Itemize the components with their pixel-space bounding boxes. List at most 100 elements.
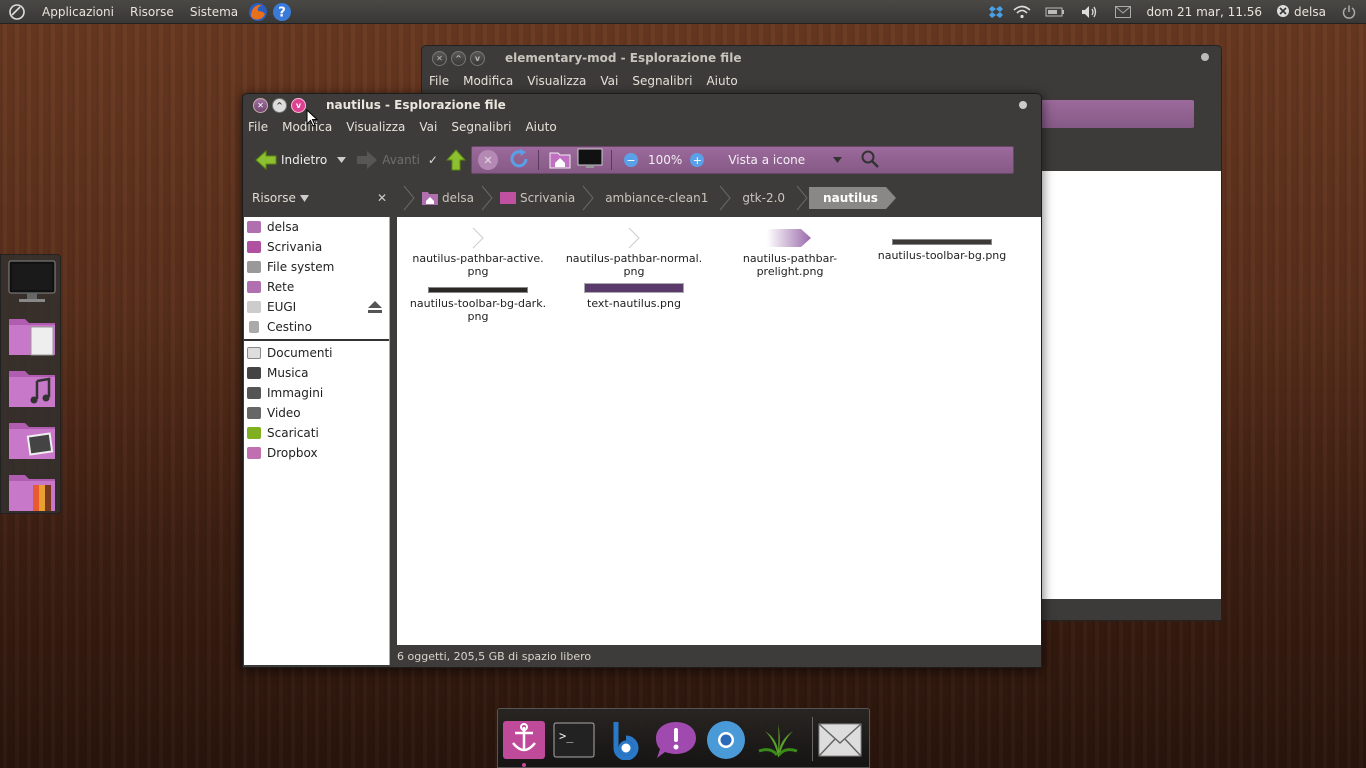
menu-file[interactable]: File (243, 120, 275, 134)
zoom-level: 100% (648, 153, 683, 167)
menu-risorse[interactable]: Risorse (122, 0, 182, 24)
file-item[interactable]: text-nautilus.png (559, 283, 709, 310)
forward-button[interactable]: Avanti (352, 150, 424, 170)
close-icon[interactable]: ✕ (253, 97, 268, 113)
sidebar-item-video[interactable]: Video (244, 403, 389, 423)
music-folder-icon[interactable] (7, 365, 57, 409)
menu-segnalibri[interactable]: Segnalibri (444, 120, 518, 134)
documents-folder-icon[interactable] (7, 313, 57, 357)
path-crumb-delsa[interactable]: delsa (416, 182, 480, 214)
maximize-icon[interactable]: v (470, 50, 485, 66)
chromium-icon[interactable] (704, 719, 748, 761)
back-window-toolbar-strip (1022, 100, 1194, 128)
front-window-titlebar[interactable]: ✕ ^ v nautilus - Esplorazione file (243, 94, 1041, 116)
close-icon[interactable]: ✕ (432, 50, 447, 66)
menu-vai[interactable]: Vai (412, 120, 444, 134)
clock[interactable]: dom 21 mar, 11.56 (1139, 0, 1271, 24)
ubuntu-logo-icon[interactable] (0, 0, 34, 24)
up-button[interactable] (442, 149, 470, 171)
file-view[interactable]: nautilus-pathbar-active. png nautilus-pa… (397, 217, 1041, 645)
front-window[interactable]: ✕ ^ v nautilus - Esplorazione file File … (242, 93, 1042, 668)
computer-icon[interactable] (577, 148, 603, 173)
videos-folder-icon[interactable] (7, 469, 57, 513)
reload-icon[interactable] (508, 148, 530, 173)
sidebar-item-immagini[interactable]: Immagini (244, 383, 389, 403)
minimize-icon[interactable]: ^ (272, 97, 287, 113)
menu-visualizza[interactable]: Visualizza (339, 120, 412, 134)
sidebar-item-delsa[interactable]: delsa (244, 217, 389, 237)
menu-sistema[interactable]: Sistema (182, 0, 246, 24)
sidebar-item-label: Documenti (267, 346, 333, 360)
stop-icon[interactable]: ✕ (478, 150, 498, 170)
toolbar-bg-image-icon (892, 239, 992, 245)
menu-aiuto[interactable]: Aiuto (518, 120, 563, 134)
sidebar-item-dropbox[interactable]: Dropbox (244, 443, 389, 463)
battery-icon[interactable] (1037, 0, 1073, 24)
search-icon[interactable] (860, 149, 880, 172)
sidebar-item-label: EUGI (267, 300, 297, 314)
home-icon[interactable] (549, 149, 571, 172)
file-item[interactable]: nautilus-toolbar-bg-dark. png (403, 283, 553, 323)
sidebar-item-musica[interactable]: Musica (244, 363, 389, 383)
path-crumb-nautilus-active[interactable]: nautilus (809, 182, 896, 214)
back-history-dropdown[interactable] (331, 157, 352, 163)
window-menu-dot-icon[interactable] (1019, 101, 1027, 109)
window-menu-dot-icon[interactable] (1201, 53, 1209, 61)
path-separator (403, 185, 415, 211)
menu-file[interactable]: File (422, 74, 456, 88)
close-sidebar-icon[interactable]: ✕ (377, 191, 402, 205)
back-window-titlebar[interactable]: ✕ ^ v elementary-mod - Esplorazione file (422, 46, 1221, 70)
path-separator (481, 185, 493, 211)
firefox-icon[interactable] (246, 0, 270, 24)
sidebar-item-filesystem[interactable]: File system (244, 257, 389, 277)
maximize-icon[interactable]: v (291, 97, 306, 113)
menu-modifica[interactable]: Modifica (456, 74, 520, 88)
download-icon (247, 427, 261, 439)
file-item[interactable]: nautilus-pathbar- prelight.png (715, 227, 865, 278)
volume-icon[interactable] (1073, 0, 1107, 24)
plant-app-icon[interactable] (756, 719, 800, 761)
menu-vai[interactable]: Vai (593, 74, 625, 88)
dropbox-icon[interactable] (985, 0, 1007, 24)
menu-applicazioni[interactable]: Applicazioni (34, 0, 122, 24)
eject-icon[interactable] (367, 299, 383, 318)
banshee-icon[interactable] (604, 719, 648, 761)
empathy-icon[interactable] (654, 719, 698, 761)
sidebar-item-scaricati[interactable]: Scaricati (244, 423, 389, 443)
sidebar-item-documenti[interactable]: Documenti (244, 343, 389, 363)
file-item[interactable]: nautilus-toolbar-bg.png (867, 227, 1017, 262)
path-crumb-gtk[interactable]: gtk-2.0 (732, 182, 795, 214)
sidebar-item-scrivania[interactable]: Scrivania (244, 237, 389, 257)
file-item[interactable]: nautilus-pathbar-active. png (403, 227, 553, 278)
wifi-icon[interactable] (1007, 0, 1037, 24)
path-crumb-ambiance[interactable]: ambiance-clean1 (595, 182, 718, 214)
view-mode-dropdown[interactable] (833, 157, 843, 163)
file-item[interactable]: nautilus-pathbar-normal. png (559, 227, 709, 278)
sidebar-item-cestino[interactable]: Cestino (244, 317, 389, 337)
help-icon[interactable]: ? (270, 0, 294, 24)
menu-visualizza[interactable]: Visualizza (520, 74, 593, 88)
forward-history-dropdown[interactable]: ✓ (424, 153, 442, 167)
anchor-launcher-icon[interactable] (502, 719, 546, 761)
view-mode-select[interactable]: Vista a icone (728, 153, 805, 167)
path-crumb-scrivania[interactable]: Scrivania (494, 182, 581, 214)
back-button[interactable]: Indietro (251, 150, 331, 170)
mail-launcher-icon[interactable] (818, 719, 862, 761)
sidebar-header[interactable]: Risorse (252, 191, 377, 205)
sidebar-header-label: Risorse (252, 191, 296, 205)
mail-icon[interactable] (1107, 0, 1139, 24)
pictures-folder-icon[interactable] (7, 417, 57, 461)
menu-aiuto[interactable]: Aiuto (699, 74, 744, 88)
sidebar-item-rete[interactable]: Rete (244, 277, 389, 297)
zoom-in-icon[interactable]: + (690, 153, 705, 167)
pathbar: Risorse ✕ delsa Scrivania ambiance-clean… (243, 182, 1041, 214)
monitor-launcher-icon[interactable] (7, 259, 57, 303)
menu-segnalibri[interactable]: Segnalibri (625, 74, 699, 88)
sidebar-item-eugi[interactable]: EUGI (244, 297, 389, 317)
zoom-out-icon[interactable]: − (624, 153, 638, 167)
terminal-icon[interactable]: >_ (552, 719, 596, 761)
power-icon[interactable] (1332, 0, 1366, 24)
chevron-down-icon (833, 157, 843, 163)
user-menu[interactable]: delsa (1270, 0, 1332, 24)
minimize-icon[interactable]: ^ (451, 50, 466, 66)
